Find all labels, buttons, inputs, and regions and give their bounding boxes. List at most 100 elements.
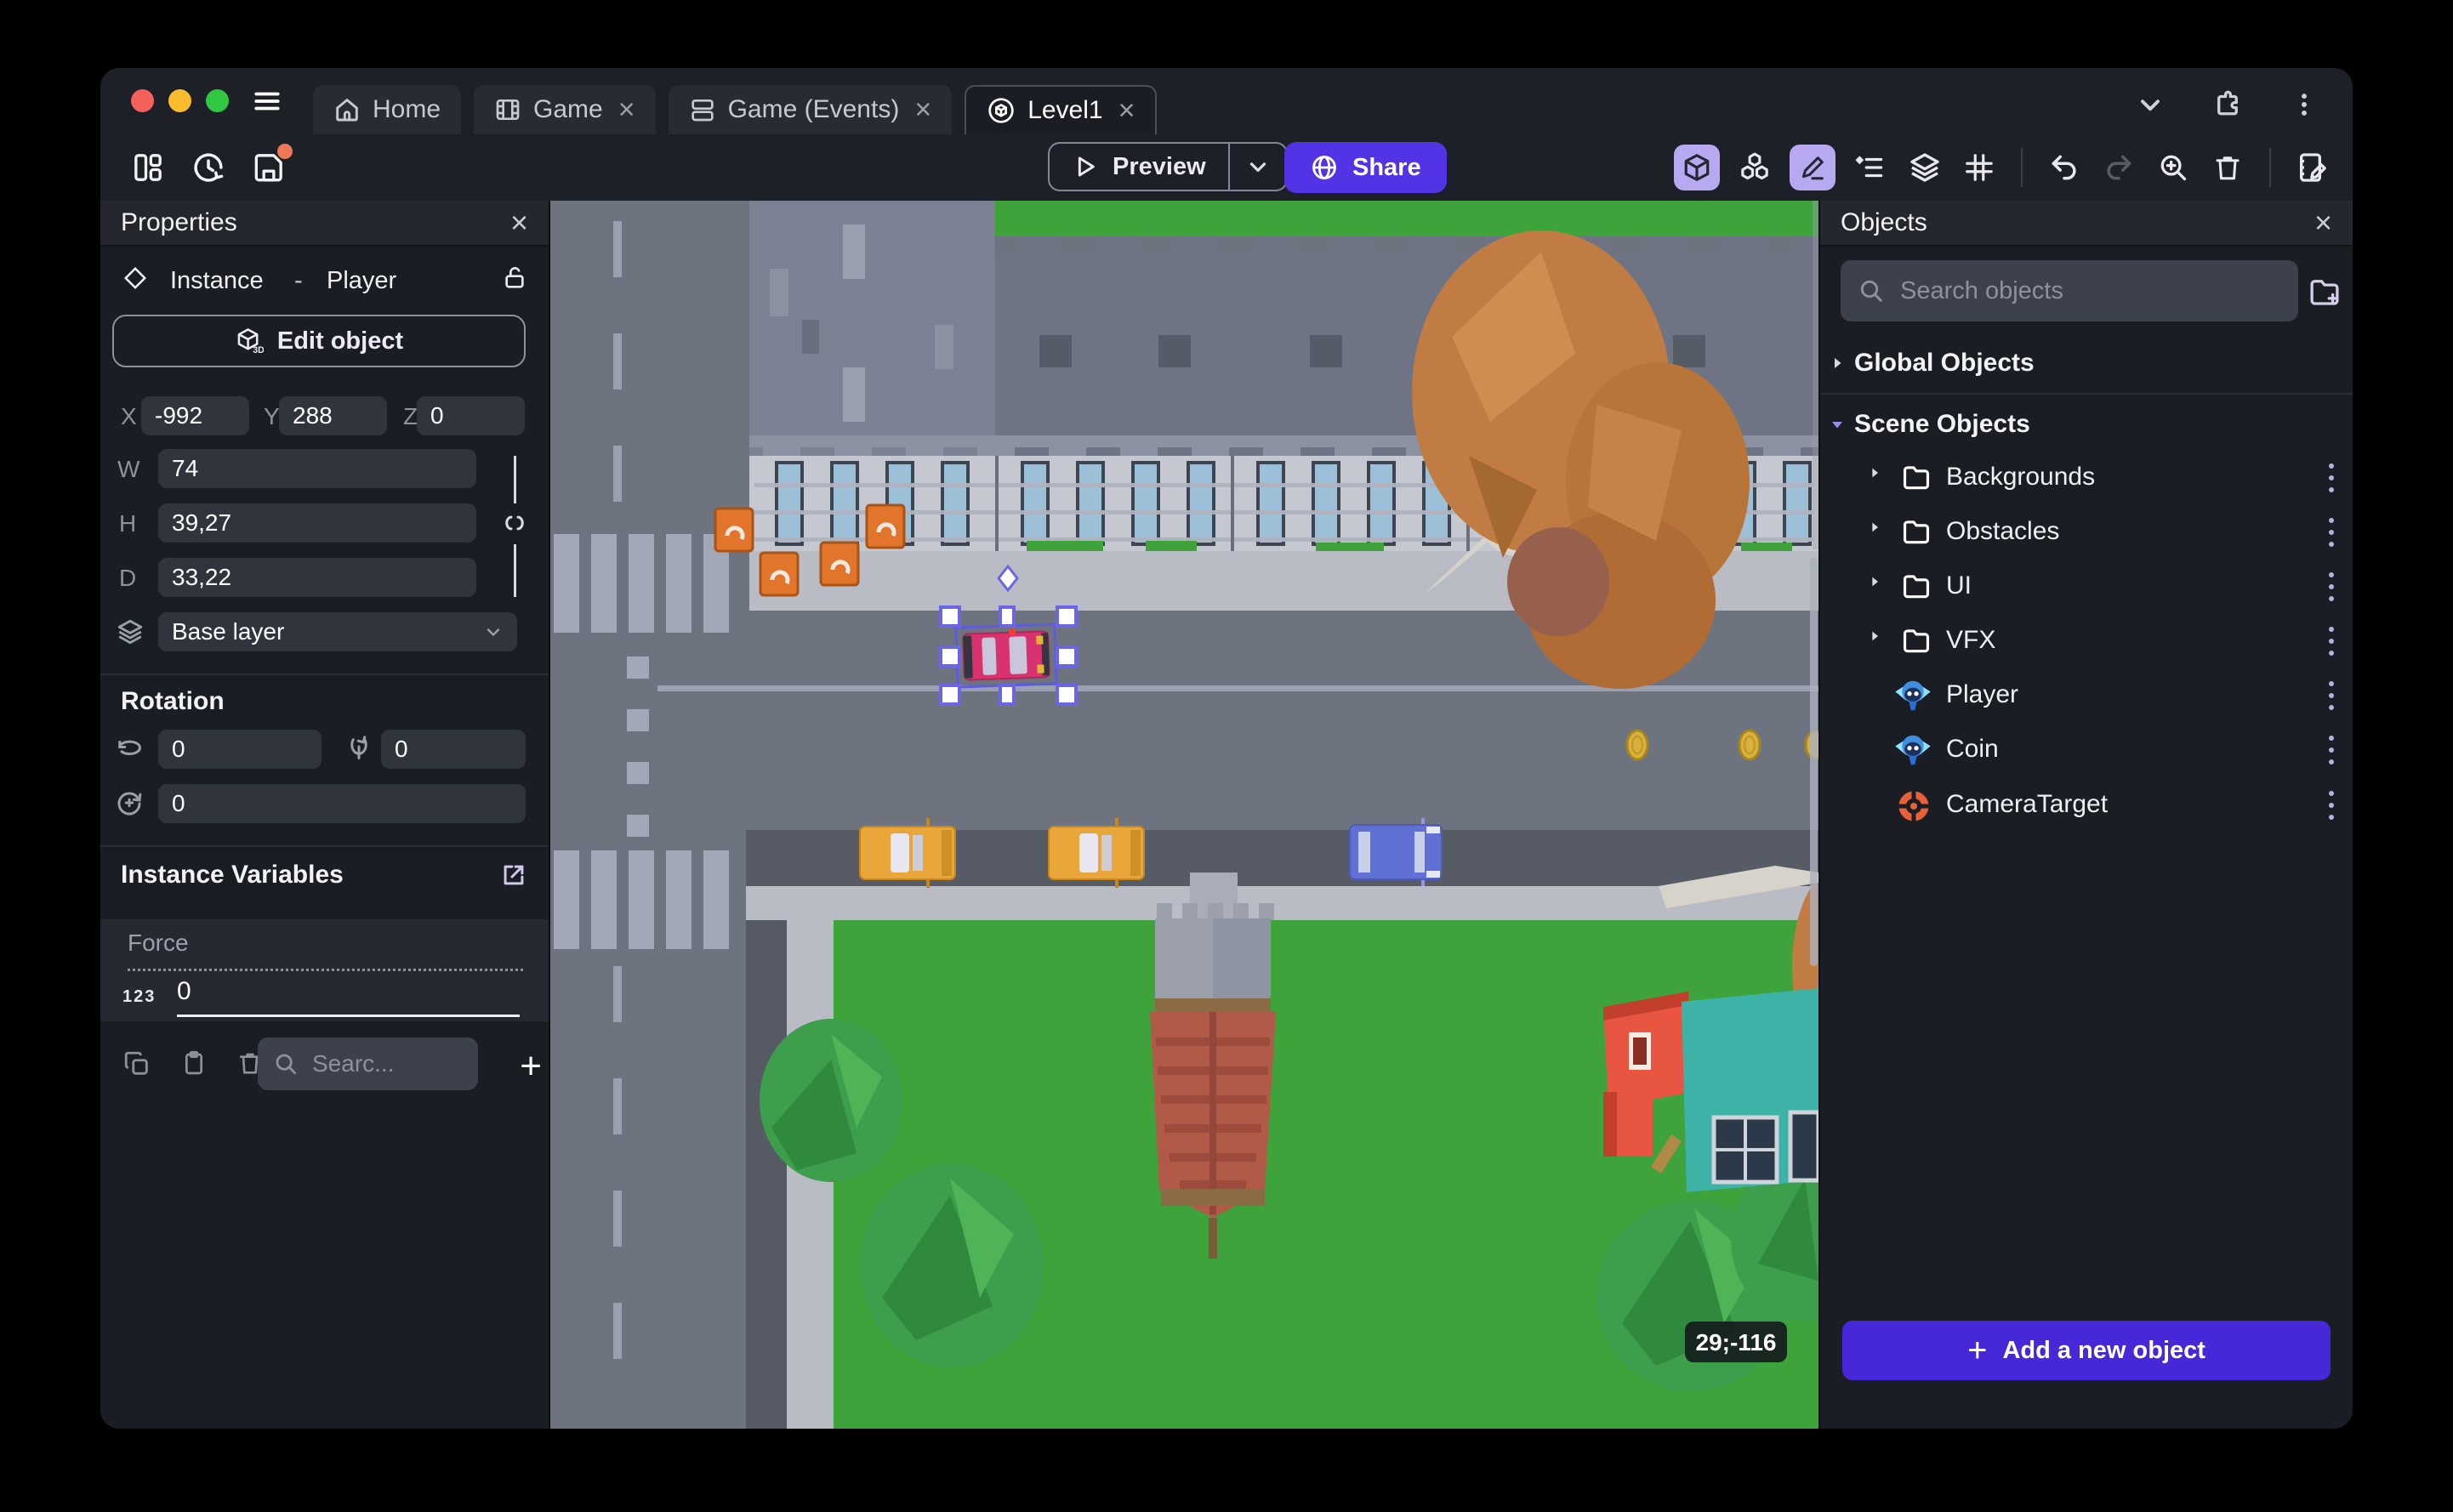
kebab-menu-icon[interactable] — [2325, 788, 2337, 822]
layer-select[interactable]: Base layer — [158, 612, 517, 651]
hamburger-menu-icon[interactable] — [250, 86, 284, 117]
tab-close-icon[interactable]: × — [914, 95, 931, 124]
events-sheet-icon — [689, 96, 716, 123]
blue-car-instance[interactable] — [1349, 818, 1443, 886]
variable-name-underline — [128, 969, 523, 971]
panels-icon[interactable] — [131, 151, 165, 185]
minimize-window-button[interactable] — [168, 89, 191, 112]
building-left — [749, 201, 995, 456]
edit-object-button[interactable]: 3D Edit object — [112, 315, 526, 367]
variables-search[interactable] — [258, 1037, 478, 1090]
w-label: W — [117, 456, 140, 482]
tab-game[interactable]: Game × — [474, 85, 656, 134]
tab-strip: Home Game × Game (Events) × Level1 × — [313, 85, 1158, 134]
scene-objects-group[interactable]: Scene Objects — [1820, 403, 2353, 446]
y-field[interactable] — [279, 396, 387, 435]
object-row-coin[interactable]: Coin — [1820, 723, 2353, 777]
close-window-button[interactable] — [131, 89, 154, 112]
taxi-instance[interactable] — [1048, 818, 1145, 888]
undo-icon[interactable] — [2045, 148, 2084, 187]
taxi-instance[interactable] — [859, 818, 956, 888]
save-icon[interactable] — [252, 144, 293, 185]
trash-icon[interactable] — [2208, 148, 2247, 187]
add-folder-icon[interactable] — [2307, 274, 2342, 310]
kebab-menu-icon[interactable] — [2290, 90, 2319, 119]
rotate-x-icon — [114, 733, 145, 764]
instance-kind-label: Instance — [170, 267, 264, 294]
rotation-x-field[interactable] — [158, 730, 322, 769]
objects-icon[interactable] — [1735, 148, 1774, 187]
close-icon[interactable]: × — [2314, 207, 2332, 238]
redo-icon[interactable] — [2099, 148, 2138, 187]
copy-icon[interactable] — [122, 1049, 151, 1078]
share-button[interactable]: Share — [1284, 142, 1447, 193]
objects-search[interactable] — [1841, 260, 2298, 321]
link-line — [514, 544, 516, 597]
caret-right-icon[interactable] — [1868, 520, 1881, 534]
unlock-icon[interactable] — [501, 264, 528, 291]
chevron-down-icon[interactable] — [2135, 89, 2166, 120]
variables-search-input[interactable] — [310, 1049, 441, 1078]
grid-icon[interactable] — [1960, 148, 1999, 187]
kebab-menu-icon[interactable] — [2325, 733, 2337, 767]
scene-editor-canvas[interactable]: 29;-116 — [550, 201, 1818, 1429]
instances-list-icon[interactable] — [1851, 148, 1890, 187]
object-row-cameratarget[interactable]: CameraTarget — [1820, 778, 2353, 833]
add-variable-button[interactable]: + — [520, 1048, 542, 1085]
properties-panel: Properties × Instance - Player 3D Edit o… — [100, 201, 550, 1429]
z-field[interactable] — [417, 396, 525, 435]
folder-row-backgrounds[interactable]: Backgrounds — [1820, 451, 2353, 505]
close-icon[interactable]: × — [510, 207, 528, 238]
d-field[interactable] — [158, 558, 476, 597]
view-3d-icon[interactable] — [1674, 145, 1720, 190]
paste-icon[interactable] — [180, 1049, 208, 1077]
selected-player-instance[interactable] — [954, 622, 1058, 689]
tree[interactable] — [860, 1163, 1044, 1367]
tab-close-icon[interactable]: × — [1118, 96, 1135, 125]
add-new-object-button[interactable]: + Add a new object — [1842, 1321, 2331, 1380]
kebab-menu-icon[interactable] — [2325, 461, 2337, 495]
external-link-icon[interactable] — [499, 861, 528, 890]
instance-variables-title: Instance Variables — [121, 861, 344, 889]
preview-button[interactable]: Preview — [1050, 144, 1228, 190]
x-field[interactable] — [141, 396, 249, 435]
tab-bar: Home Game × Game (Events) × Level1 × — [100, 68, 2353, 134]
tree[interactable] — [760, 1019, 902, 1182]
folder-row-vfx[interactable]: VFX — [1820, 614, 2353, 668]
global-objects-group[interactable]: Global Objects — [1820, 342, 2353, 384]
edit-icon[interactable] — [1790, 145, 1835, 190]
history-icon[interactable] — [191, 150, 226, 185]
folder-row-ui[interactable]: UI — [1820, 560, 2353, 614]
rotation-z-field[interactable] — [158, 784, 526, 823]
divider — [1820, 393, 2353, 395]
scene-scrollbar[interactable] — [1810, 558, 1818, 966]
tab-game-events[interactable]: Game (Events) × — [668, 85, 953, 134]
scene-properties-icon[interactable] — [2293, 148, 2332, 187]
preview-options-button[interactable] — [1230, 144, 1286, 190]
kebab-menu-icon[interactable] — [2325, 570, 2337, 604]
unsaved-changes-dot — [277, 144, 293, 159]
maximize-window-button[interactable] — [206, 89, 229, 112]
tab-close-icon[interactable]: × — [618, 95, 635, 124]
extensions-icon[interactable] — [2211, 88, 2244, 121]
h-field[interactable] — [158, 503, 476, 543]
layers-icon[interactable] — [1905, 148, 1944, 187]
folder-row-obstacles[interactable]: Obstacles — [1820, 505, 2353, 560]
kebab-menu-icon[interactable] — [2325, 624, 2337, 658]
caret-right-icon[interactable] — [1868, 466, 1881, 480]
tab-home[interactable]: Home — [313, 85, 462, 134]
tab-level1[interactable]: Level1 × — [965, 85, 1158, 134]
object-row-player[interactable]: Player — [1820, 668, 2353, 723]
rotation-y-field[interactable] — [381, 730, 526, 769]
caret-right-icon[interactable] — [1868, 575, 1881, 588]
brick-tower[interactable] — [1150, 873, 1276, 1259]
caret-right-icon[interactable] — [1868, 629, 1881, 643]
kebab-menu-icon[interactable] — [2325, 679, 2337, 713]
kebab-menu-icon[interactable] — [2325, 515, 2337, 549]
variable-value[interactable]: 0 — [177, 977, 191, 1006]
variable-row-force[interactable]: Force 123 0 — [100, 919, 549, 1021]
link-dimensions-icon[interactable] — [502, 507, 527, 539]
w-field[interactable] — [158, 449, 476, 488]
zoom-in-icon[interactable] — [2154, 148, 2193, 187]
objects-search-input[interactable] — [1898, 276, 2225, 306]
